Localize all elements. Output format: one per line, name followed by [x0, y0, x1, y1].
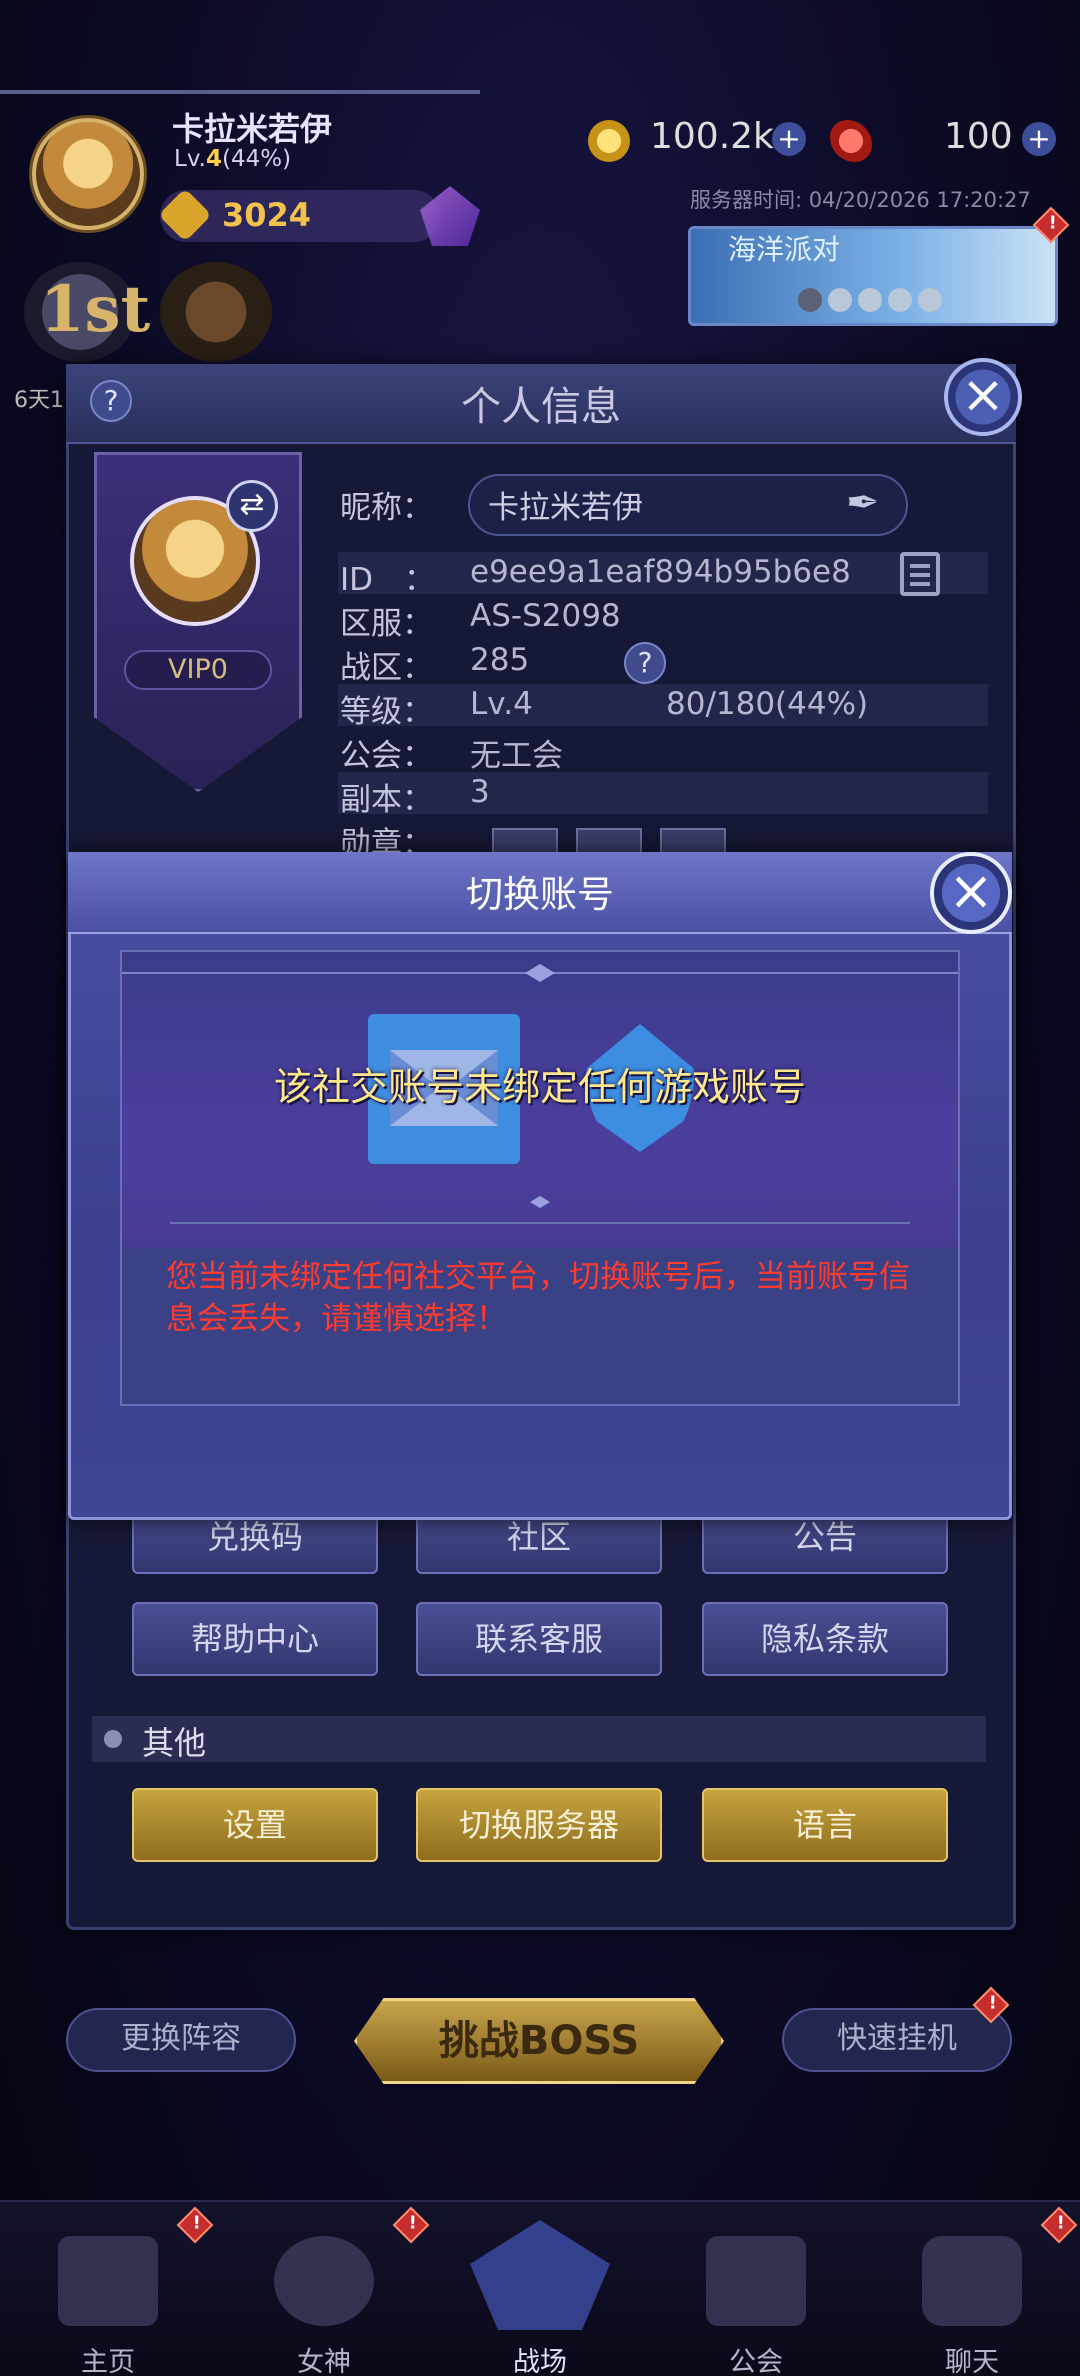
dialog-title: 切换账号: [466, 873, 614, 916]
privacy-terms-button[interactable]: 隐私条款: [702, 1602, 948, 1676]
nickname-label: 昵称：: [340, 490, 433, 526]
guild-label: 公会：: [340, 738, 433, 774]
level-label: 等级：: [340, 694, 433, 730]
nav-label: 女神: [297, 2347, 351, 2376]
zone-value: AS-S2098: [470, 598, 621, 634]
goddess-icon: [274, 2236, 374, 2326]
swap-avatar-icon[interactable]: ⇄: [226, 480, 278, 532]
zone-label: 区服：: [340, 606, 433, 642]
nickname-value: 卡拉米若伊: [488, 490, 643, 526]
coin-value: 100.2k: [650, 116, 774, 157]
nav-label: 聊天: [945, 2347, 999, 2376]
war-zone-value: 285: [470, 642, 530, 678]
nav-battlefield[interactable]: 战场: [432, 2200, 648, 2376]
dialog-warning: 您当前未绑定任何社交平台，切换账号后，当前账号信息会丢失，请谨慎选择！: [166, 1259, 910, 1337]
coin-icon: [588, 120, 630, 162]
server-time: 服务器时间: 04/20/2026 17:20:27: [690, 188, 1031, 212]
help-center-button[interactable]: 帮助中心: [132, 1602, 378, 1676]
war-zone-help-icon[interactable]: ?: [624, 642, 666, 684]
player-level: Lv.4(44%): [174, 146, 292, 172]
row-band: [338, 684, 988, 726]
nav-label: 战场: [513, 2347, 567, 2376]
guild-icon: [706, 2236, 806, 2326]
section-dot-icon: [104, 1730, 122, 1748]
guild-value: 无工会: [470, 738, 563, 774]
id-label: ID ：: [340, 562, 436, 598]
power-value: 3024: [222, 196, 312, 234]
change-lineup-button[interactable]: 更换阵容: [66, 2008, 296, 2072]
event-title: 海洋派对: [728, 233, 841, 266]
divider: [170, 1222, 910, 1224]
contact-support-button[interactable]: 联系客服: [416, 1602, 662, 1676]
level-exp: 80/180(44%): [666, 686, 869, 722]
exp-bar: [0, 90, 480, 94]
rank-text: 1st: [40, 272, 151, 347]
gem-icon: [830, 120, 872, 162]
home-icon: [58, 2236, 158, 2326]
other-section-label: 其他: [142, 1724, 207, 1762]
id-value: e9ee9a1eaf894b95b6e8: [470, 554, 851, 590]
quick-idle-button[interactable]: 快速挂机: [782, 2008, 1012, 2072]
help-question-icon[interactable]: ?: [90, 380, 132, 422]
add-coin-button[interactable]: +: [772, 122, 806, 156]
dungeon-value: 3: [470, 774, 490, 810]
player-avatar[interactable]: [32, 118, 144, 230]
dungeon-label: 副本：: [340, 782, 433, 818]
nav-label: 主页: [81, 2347, 135, 2376]
dialog-close-button[interactable]: ×: [930, 852, 1012, 934]
switch-server-button[interactable]: 切换服务器: [416, 1788, 662, 1862]
edit-feather-icon[interactable]: ✒: [846, 480, 890, 528]
war-zone-label: 战区：: [340, 650, 433, 686]
chat-icon: [922, 2236, 1022, 2326]
settings-button[interactable]: 设置: [132, 1788, 378, 1862]
add-gem-button[interactable]: +: [1022, 122, 1056, 156]
battlefield-icon: [470, 2220, 610, 2330]
hero-badge[interactable]: [160, 262, 272, 362]
profile-close-button[interactable]: ×: [944, 358, 1022, 436]
dialog-message: 该社交账号未绑定任何游戏账号: [273, 1065, 806, 1109]
player-name: 卡拉米若伊: [172, 110, 333, 148]
gem-value: 100: [944, 116, 1013, 157]
row-band: [338, 772, 988, 814]
profile-panel-title: 个人信息: [461, 384, 621, 430]
copy-icon[interactable]: [900, 552, 940, 596]
language-button[interactable]: 语言: [702, 1788, 948, 1862]
vip-level: VIP0: [124, 650, 272, 690]
event-carousel-dots: [798, 288, 948, 316]
challenge-boss-button[interactable]: 挑战BOSS: [354, 1998, 724, 2084]
nav-guild[interactable]: 公会: [648, 2200, 864, 2376]
left-caption: 6天1: [14, 388, 64, 413]
nav-label: 公会: [729, 2347, 783, 2376]
level-value: Lv.4: [470, 686, 533, 722]
other-section-bar: [92, 1716, 986, 1762]
